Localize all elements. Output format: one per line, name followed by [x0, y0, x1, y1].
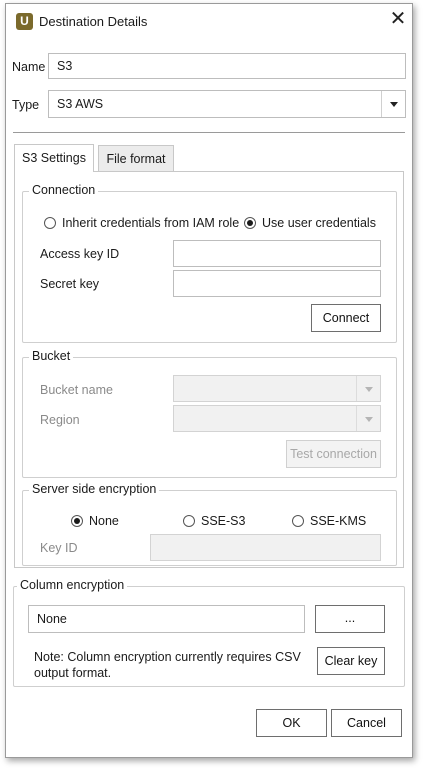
- secret-key-label: Secret key: [40, 277, 100, 291]
- access-key-label: Access key ID: [40, 247, 120, 261]
- column-encryption-group: Column encryption None ... Note: Column …: [13, 578, 405, 687]
- access-key-input[interactable]: [173, 240, 381, 267]
- bucket-name-select[interactable]: [173, 375, 381, 402]
- key-id-input[interactable]: [150, 534, 381, 561]
- secret-key-input[interactable]: [173, 270, 381, 297]
- radio-none-circle: [71, 515, 83, 527]
- type-dropdown-button[interactable]: [381, 91, 405, 117]
- bucket-name-label: Bucket name: [40, 383, 113, 397]
- tab-file-format[interactable]: File format: [98, 145, 174, 172]
- bucket-group: Bucket Bucket name Region Test connectio…: [22, 349, 397, 478]
- radio-iam-label: Inherit credentials from IAM role: [62, 216, 240, 230]
- clear-key-button[interactable]: Clear key: [317, 647, 385, 675]
- destination-details-dialog: U Destination Details ✕ Name S3 Type S3 …: [5, 3, 413, 758]
- dialog-title: Destination Details: [39, 14, 148, 29]
- key-id-label: Key ID: [40, 541, 78, 555]
- radio-encryption-sse-s3[interactable]: SSE-S3: [183, 514, 245, 528]
- chevron-down-icon: [389, 102, 398, 107]
- column-encryption-note: Note: Column encryption currently requir…: [34, 649, 301, 681]
- column-encryption-group-title: Column encryption: [17, 578, 128, 592]
- cancel-button[interactable]: Cancel: [331, 709, 402, 737]
- encryption-group-title: Server side encryption: [29, 482, 160, 496]
- name-label: Name: [12, 60, 46, 74]
- chevron-down-icon: [364, 416, 373, 422]
- name-input[interactable]: S3: [48, 53, 406, 79]
- column-encryption-input[interactable]: None: [28, 605, 305, 633]
- server-side-encryption-group: Server side encryption None SSE-S3 SSE-K…: [22, 482, 397, 566]
- bucket-group-title: Bucket: [29, 349, 74, 363]
- radio-user-credentials[interactable]: Use user credentials: [244, 216, 376, 230]
- close-icon[interactable]: ✕: [387, 9, 409, 31]
- connection-group-title: Connection: [29, 183, 99, 197]
- ok-button[interactable]: OK: [256, 709, 327, 737]
- s3-settings-panel: Connection Inherit credentials from IAM …: [14, 171, 404, 568]
- region-select[interactable]: [173, 405, 381, 432]
- radio-sse-s3-label: SSE-S3: [201, 514, 246, 528]
- test-connection-button[interactable]: Test connection: [286, 440, 381, 468]
- radio-encryption-sse-kms[interactable]: SSE-KMS: [292, 514, 366, 528]
- radio-encryption-none[interactable]: None: [71, 514, 119, 528]
- note-line-2: output format.: [34, 666, 112, 680]
- radio-sse-kms-label: SSE-KMS: [310, 514, 367, 528]
- divider: [13, 132, 405, 133]
- bucket-name-dropdown-button[interactable]: [356, 376, 380, 401]
- type-select-value: S3 AWS: [57, 97, 104, 111]
- chevron-down-icon: [364, 386, 373, 392]
- connection-group: Connection Inherit credentials from IAM …: [22, 183, 397, 343]
- type-label: Type: [12, 98, 40, 112]
- radio-user-label: Use user credentials: [262, 216, 376, 230]
- note-line-1: Note: Column encryption currently requir…: [34, 650, 301, 664]
- tab-s3-settings[interactable]: S3 Settings: [14, 144, 94, 172]
- radio-inherit-iam[interactable]: Inherit credentials from IAM role: [44, 216, 239, 230]
- region-dropdown-button[interactable]: [356, 406, 380, 431]
- type-select[interactable]: S3 AWS: [48, 90, 406, 118]
- radio-sse-kms-circle: [292, 515, 304, 527]
- app-logo-icon: U: [16, 13, 33, 30]
- connect-button[interactable]: Connect: [311, 304, 381, 332]
- browse-button[interactable]: ...: [315, 605, 385, 633]
- region-label: Region: [40, 413, 80, 427]
- radio-user-circle: [244, 217, 256, 229]
- radio-none-label: None: [89, 514, 119, 528]
- radio-iam-circle: [44, 217, 56, 229]
- radio-sse-s3-circle: [183, 515, 195, 527]
